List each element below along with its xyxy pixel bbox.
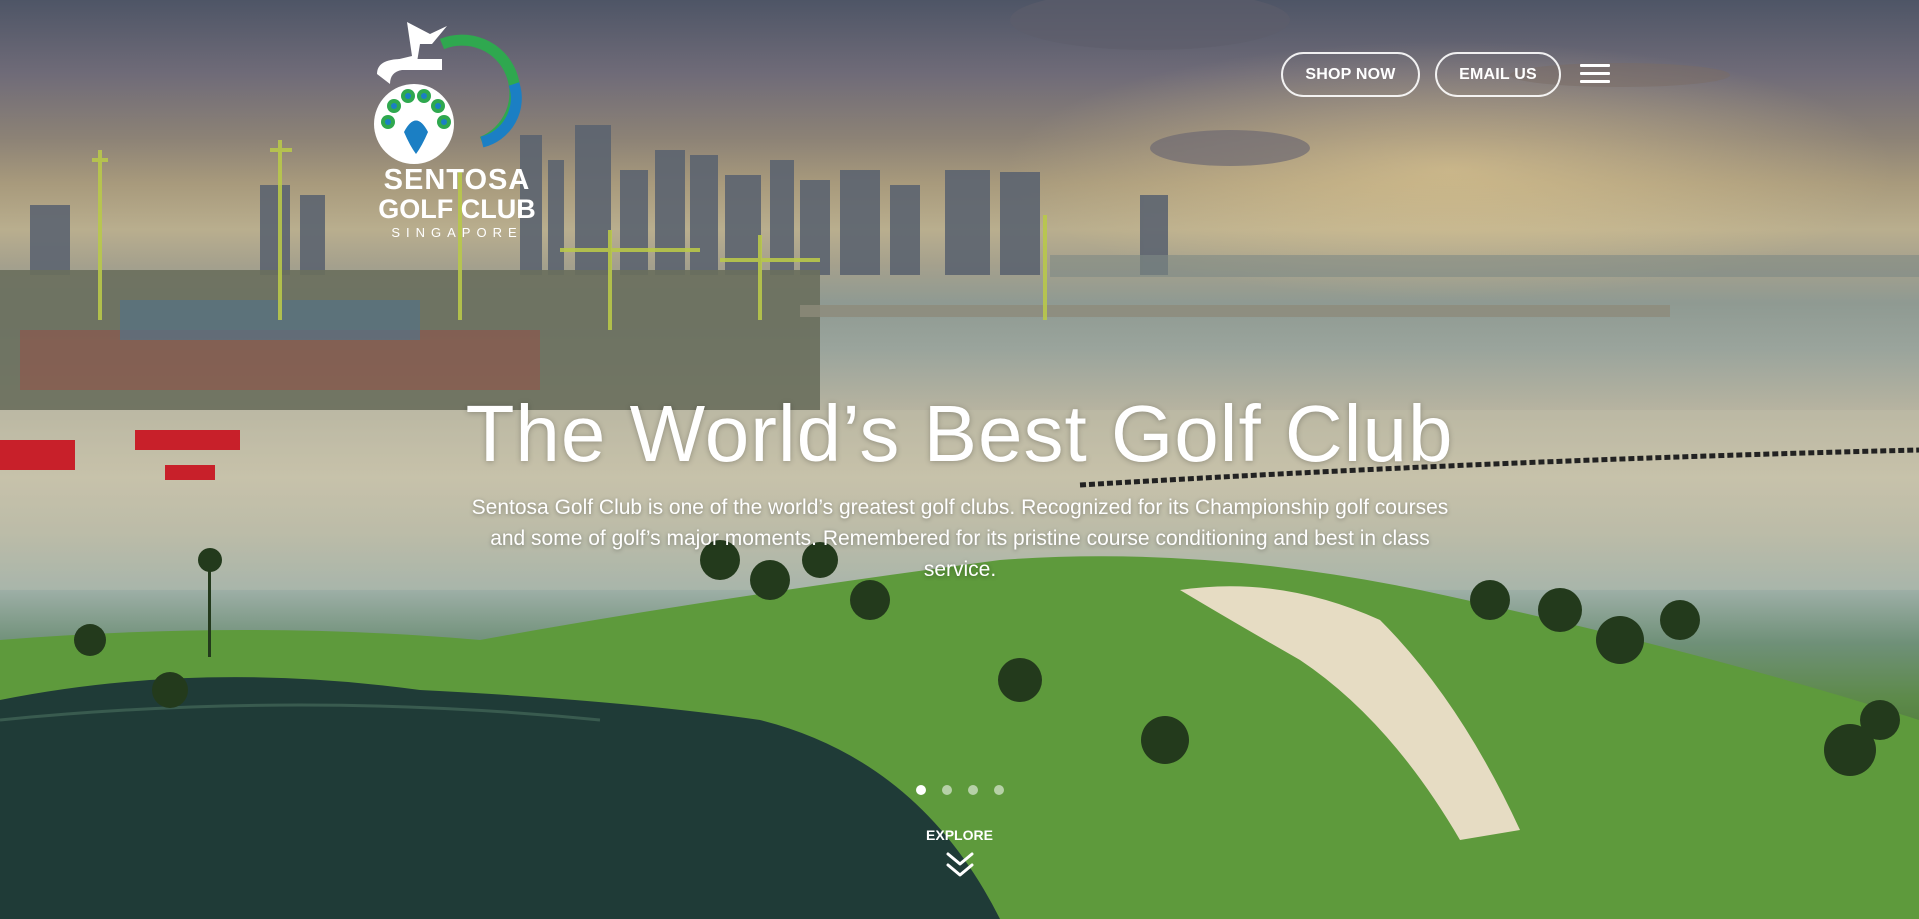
logo-emblem bbox=[374, 22, 522, 164]
slide-dot-2[interactable] bbox=[942, 785, 952, 795]
menu-bar bbox=[1580, 80, 1610, 83]
slide-dot-4[interactable] bbox=[994, 785, 1004, 795]
menu-bar bbox=[1580, 64, 1610, 67]
email-us-button[interactable]: EMAIL US bbox=[1435, 52, 1561, 97]
hero-section: SENTOSA GOLF CLUB SINGAPORE SHOP NOW EMA… bbox=[0, 0, 1919, 919]
menu-bar bbox=[1580, 72, 1610, 75]
shop-now-button[interactable]: SHOP NOW bbox=[1281, 52, 1420, 97]
slide-dot-1[interactable] bbox=[916, 785, 926, 795]
hero-title: The World’s Best Golf Club bbox=[465, 389, 1454, 478]
hamburger-menu-icon[interactable] bbox=[1580, 64, 1610, 84]
logo-wordmark-sentosa: SENTOSA bbox=[383, 164, 531, 196]
sentosa-golf-club-logo[interactable]: SENTOSA GOLF CLUB SINGAPORE bbox=[372, 14, 542, 240]
explore-label[interactable]: EXPLORE bbox=[0, 827, 1919, 843]
logo-wordmark-singapore: SINGAPORE bbox=[391, 225, 523, 240]
hero-description: Sentosa Golf Club is one of the world’s … bbox=[471, 496, 1449, 581]
slider-pagination bbox=[916, 785, 1004, 797]
slide-dot-3[interactable] bbox=[968, 785, 978, 795]
double-chevron-down-icon[interactable] bbox=[945, 851, 975, 879]
logo-wordmark-golf-club: GOLF CLUB bbox=[378, 194, 536, 224]
